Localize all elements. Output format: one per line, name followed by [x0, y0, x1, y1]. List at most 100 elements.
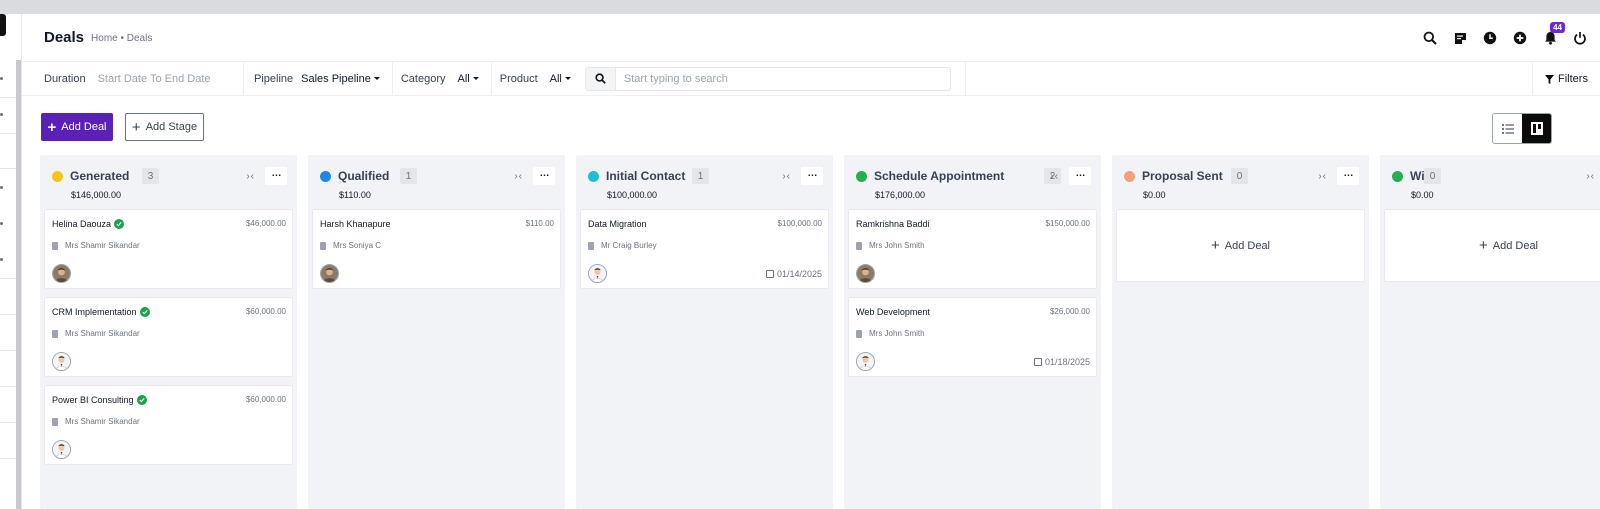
more-options-icon: …: [807, 168, 818, 179]
breadcrumb[interactable]: Home • Deals: [91, 33, 152, 44]
product-selected-value: All: [549, 72, 562, 85]
sidebar-item-1[interactable]: [0, 77, 3, 80]
list-icon: [1501, 123, 1514, 134]
sidebar-divider: [0, 168, 16, 169]
deal-title[interactable]: Data Migration: [588, 219, 647, 229]
deal-card[interactable]: Web Development $26,000.00 Mrs John Smith 0…: [848, 297, 1097, 377]
view-toggle: [1492, 113, 1552, 144]
building-icon: [52, 241, 58, 250]
notes-icon[interactable]: [1452, 30, 1468, 46]
filter-bar: Duration Start Date To End Date Pipeline…: [22, 61, 1600, 96]
duration-filter[interactable]: Duration Start Date To End Date: [22, 61, 244, 96]
deal-card[interactable]: Harsh Khanapure $110.00 Mrs Soniya C: [312, 209, 561, 289]
more-options-icon: …: [1075, 168, 1086, 179]
stage-more-button[interactable]: …: [1069, 167, 1091, 185]
sidebar-scrollbar[interactable]: [16, 60, 21, 509]
deal-title[interactable]: Helina Daouza: [52, 219, 125, 229]
stage-column: Generated 3 $146,000.00 ›‹ … Helina Daouza $46…: [40, 155, 297, 509]
category-select[interactable]: All: [458, 73, 479, 85]
pipeline-select[interactable]: Sales Pipeline: [301, 73, 380, 85]
stage-more-button[interactable]: …: [533, 167, 555, 185]
deal-value: $26,000.00: [1049, 307, 1090, 316]
stage-title: Initial Contact: [606, 169, 686, 183]
stage-total-value: $176,000.00: [875, 190, 926, 200]
search-input[interactable]: [615, 72, 946, 85]
deal-name: Helina Daouza: [52, 219, 112, 229]
logo[interactable]: [0, 14, 6, 36]
duration-date-range[interactable]: Start Date To End Date: [98, 73, 211, 85]
board-view-button[interactable]: [1522, 114, 1551, 143]
product-filter[interactable]: Product All: [492, 62, 581, 96]
search-box[interactable]: [584, 66, 951, 91]
collapse-column-icon[interactable]: ›‹: [514, 171, 523, 182]
deal-card[interactable]: Data Migration $100,000.00 Mr Craig Burley…: [580, 209, 829, 289]
deal-name: Harsh Khanapure: [320, 219, 391, 229]
sidebar-item-3[interactable]: [0, 186, 3, 189]
sidebar-item-2[interactable]: [0, 113, 3, 116]
collapse-column-icon[interactable]: ›‹: [1050, 171, 1059, 182]
stage-more-button[interactable]: …: [1337, 167, 1359, 185]
avatar[interactable]: [320, 264, 339, 283]
stage-title: Schedule Appointment: [874, 169, 1005, 183]
category-filter[interactable]: Category All: [393, 61, 492, 96]
sidebar-item-5[interactable]: [0, 258, 3, 261]
avatar[interactable]: [856, 352, 875, 371]
stage-title: Qualified: [338, 169, 390, 183]
sidebar-divider: [0, 422, 16, 423]
pipeline-label: Pipeline: [254, 72, 294, 85]
avatar[interactable]: [52, 264, 71, 283]
add-deal-to-stage[interactable]: + Add Deal: [1116, 209, 1365, 282]
bell-icon[interactable]: 44: [1542, 22, 1565, 46]
product-label: Product: [499, 72, 538, 85]
product-select[interactable]: All: [550, 73, 571, 85]
deal-organization: Mr Craig Burley: [588, 241, 657, 250]
plus-icon: +: [1478, 237, 1488, 254]
search-icon[interactable]: [585, 67, 616, 90]
deal-card[interactable]: CRM Implementation $60,000.00 Mrs Shamir S…: [44, 297, 293, 377]
deal-card[interactable]: Helina Daouza $46,000.00 Mrs Shamir Sikand…: [44, 209, 293, 289]
collapse-column-icon[interactable]: ›‹: [1586, 171, 1595, 182]
deal-title[interactable]: Web Development: [856, 307, 930, 317]
deal-organization: Mrs John Smith: [856, 329, 925, 338]
clock-icon[interactable]: [1482, 30, 1498, 46]
plus-circle-icon[interactable]: [1512, 30, 1528, 46]
stage-deal-count: 3: [142, 168, 159, 184]
stage-total-value: $146,000.00: [71, 190, 122, 200]
stage-more-button[interactable]: …: [265, 167, 287, 185]
deal-name: Power BI Consulting: [52, 395, 134, 405]
deal-title[interactable]: Harsh Khanapure: [320, 219, 391, 229]
organization-name: Mrs Soniya C: [333, 241, 382, 250]
organization-name: Mrs John Smith: [869, 329, 925, 338]
sidebar-item-4[interactable]: [0, 222, 3, 225]
list-view-button[interactable]: [1493, 114, 1522, 143]
funnel-icon: [1545, 74, 1555, 84]
avatar[interactable]: [588, 264, 607, 283]
deal-title[interactable]: Power BI Consulting: [52, 395, 147, 405]
collapse-column-icon[interactable]: ›‹: [1318, 171, 1327, 182]
deal-organization: Mrs Shamir Sikandar: [52, 241, 140, 250]
add-deal-button[interactable]: + Add Deal: [41, 113, 113, 141]
search-icon[interactable]: [1422, 30, 1438, 46]
deal-card[interactable]: Ramkrishna Baddi $150,000.00 Mrs John Smit…: [848, 209, 1097, 289]
building-icon: [588, 241, 594, 250]
building-icon: [856, 329, 862, 338]
deal-title[interactable]: Ramkrishna Baddi: [856, 219, 930, 229]
add-stage-button[interactable]: + Add Stage: [125, 113, 204, 141]
stage-deal-count: 1: [692, 168, 709, 184]
pipeline-filter[interactable]: Pipeline Sales Pipeline: [244, 61, 393, 96]
chevron-down-icon: [564, 77, 571, 80]
deal-date-text: 01/14/2025: [776, 269, 822, 279]
add-deal-to-stage[interactable]: + Add Deal: [1384, 209, 1600, 282]
collapse-column-icon[interactable]: ›‹: [782, 171, 791, 182]
avatar[interactable]: [52, 440, 71, 459]
stage-more-button[interactable]: …: [801, 167, 823, 185]
pipeline-board: Generated 3 $146,000.00 ›‹ … Helina Daouza $46…: [40, 155, 1600, 509]
more-options-icon: …: [539, 168, 550, 179]
deal-card[interactable]: Power BI Consulting $60,000.00 Mrs Shamir …: [44, 385, 293, 465]
power-icon[interactable]: [1572, 30, 1588, 46]
collapse-column-icon[interactable]: ›‹: [246, 171, 255, 182]
filters-button[interactable]: Filters: [1532, 62, 1600, 96]
avatar[interactable]: [856, 264, 875, 283]
deal-title[interactable]: CRM Implementation: [52, 307, 150, 317]
avatar[interactable]: [52, 352, 71, 371]
